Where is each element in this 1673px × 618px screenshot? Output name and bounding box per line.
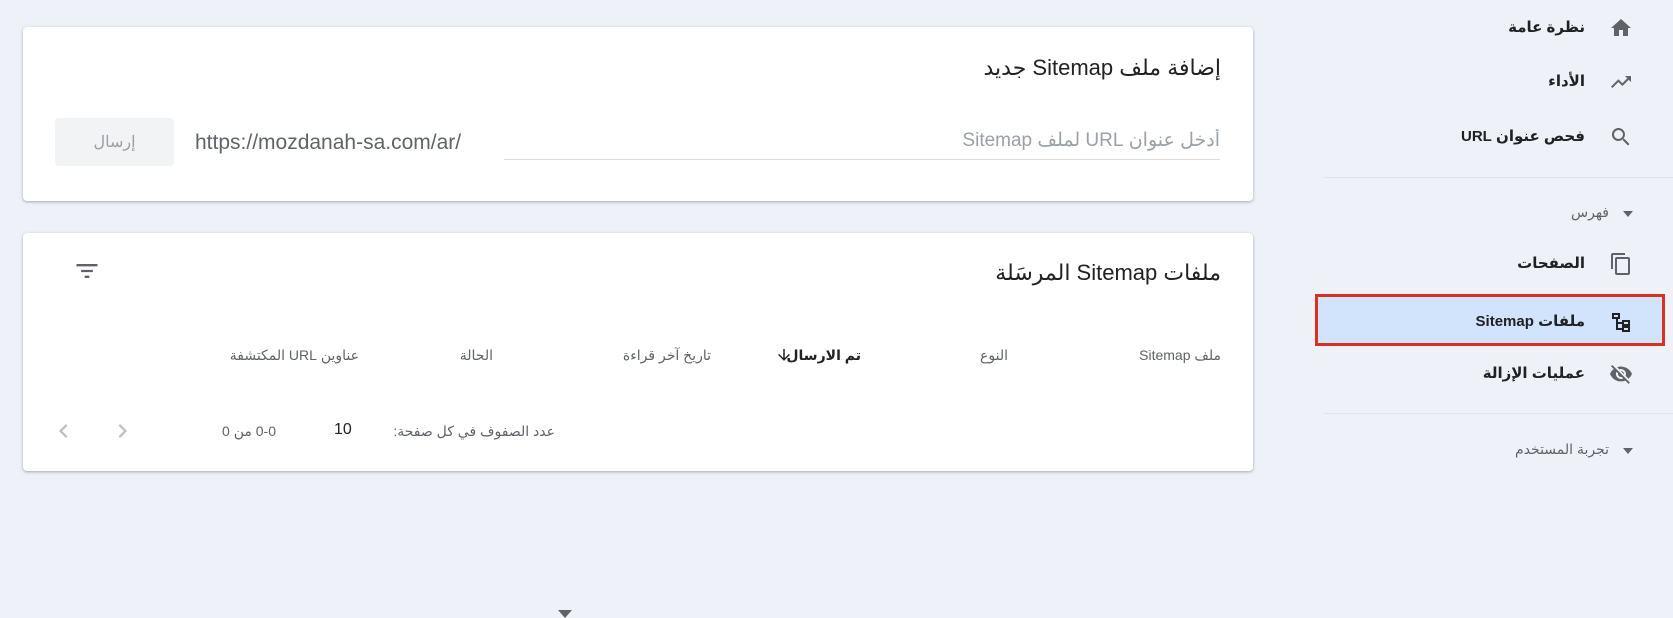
trending-up-icon [1611, 76, 1631, 88]
chevron-down-icon [558, 610, 572, 618]
sidebar-section-index[interactable]: فهرس [1323, 195, 1673, 231]
sidebar-item-label: الأداء [1548, 73, 1585, 90]
sidebar-item-overview[interactable]: نظرة عامة [1323, 3, 1673, 53]
url-prefix: https://mozdanah-sa.com/ar/ [195, 131, 462, 154]
sidebar-item-pages[interactable]: الصفحات [1323, 239, 1673, 289]
sidebar-item-removals[interactable]: عمليات الإزالة [1323, 349, 1673, 399]
search-icon [1611, 128, 1630, 146]
sort-down-arrow-icon[interactable] [775, 345, 793, 365]
sidebar-item-label: فحص عنوان URL [1461, 128, 1585, 145]
sidebar-divider [1323, 413, 1673, 414]
submit-button[interactable]: إرسال [55, 118, 174, 166]
column-header-submitted[interactable]: تم الارسال [786, 347, 861, 364]
home-icon [1611, 19, 1631, 36]
sitemap-icon [1612, 313, 1630, 332]
next-page-icon[interactable] [109, 417, 137, 445]
column-header-discovered-urls[interactable]: عناوين URL المكتشفة [230, 347, 359, 364]
column-header-sitemap[interactable]: ملف Sitemap [1139, 347, 1221, 364]
sidebar-item-label: عمليات الإزالة [1482, 365, 1585, 382]
sitemap-url-input[interactable] [504, 123, 1220, 160]
sidebar-item-url-inspection[interactable]: فحص عنوان URL [1323, 112, 1673, 162]
filter-icon[interactable] [73, 257, 101, 285]
caret-down-icon [1623, 211, 1633, 217]
sidebar-item-sitemaps[interactable]: ملفات Sitemap [1315, 294, 1665, 346]
pagination-range: 0-0 من 0 [222, 423, 276, 439]
pages-icon [1611, 253, 1630, 275]
submitted-sitemaps-title: ملفات Sitemap المرسَلة [995, 260, 1221, 285]
add-sitemap-title: إضافة ملف Sitemap جديد [983, 55, 1221, 80]
rows-per-page-value: 10 [334, 421, 352, 438]
sidebar-item-performance[interactable]: الأداء [1323, 57, 1673, 107]
sidebar-section-label: فهرس [1571, 204, 1609, 220]
submitted-sitemaps-card: ملفات Sitemap المرسَلة ملف Sitemap النوع… [23, 233, 1253, 618]
sidebar-item-label: نظرة عامة [1508, 19, 1585, 36]
sidebar-item-label: الصفحات [1517, 255, 1585, 272]
removal-eye-icon [1610, 365, 1632, 384]
rows-per-page-select[interactable] [283, 418, 572, 618]
add-sitemap-card: إضافة ملف Sitemap جديد https://mozdanah-… [23, 27, 1253, 201]
column-header-type[interactable]: النوع [980, 347, 1008, 364]
previous-page-icon[interactable] [49, 417, 77, 445]
caret-down-icon [1623, 448, 1633, 454]
column-header-status[interactable]: الحالة [460, 347, 493, 364]
sidebar-section-label: تجربة المستخدم [1515, 441, 1609, 457]
sidebar-divider [1323, 177, 1673, 178]
sidebar-section-ux[interactable]: تجربة المستخدم [1323, 432, 1673, 468]
column-header-last-read[interactable]: تاريخ آخر قراءة [623, 347, 711, 364]
sidebar-item-label: ملفات Sitemap [1475, 313, 1585, 330]
rows-per-page-label: عدد الصفوف في كل صفحة: [393, 423, 555, 439]
